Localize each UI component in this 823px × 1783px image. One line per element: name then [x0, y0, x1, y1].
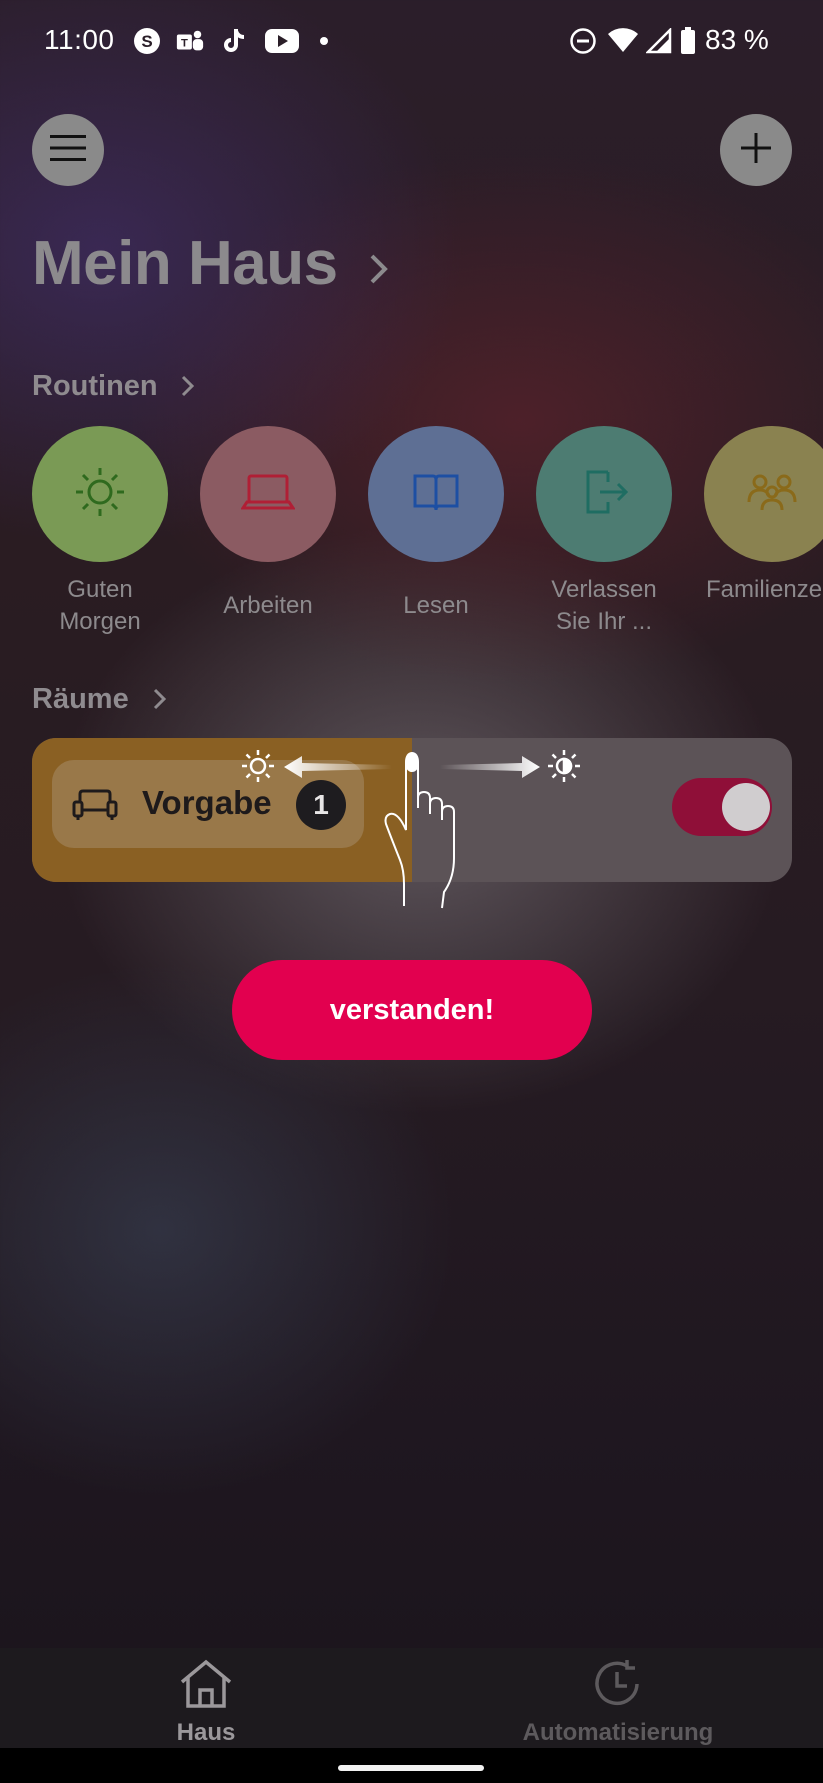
bottom-navigation: Haus Automatisierung	[0, 1648, 823, 1748]
home-icon	[178, 1659, 234, 1714]
routine-familienzeit[interactable]: Familienzeit	[704, 426, 823, 606]
youtube-icon	[264, 26, 300, 56]
plus-icon	[739, 131, 773, 170]
wifi-icon	[606, 26, 640, 56]
toggle-knob	[722, 783, 770, 831]
routine-label: Arbeiten	[223, 592, 313, 619]
add-button[interactable]	[720, 114, 792, 186]
sun-icon	[72, 464, 128, 525]
svg-text:S: S	[141, 32, 152, 51]
swipe-hand-gesture-icon	[380, 748, 464, 915]
swipe-left-arrow-icon	[284, 754, 392, 785]
book-icon	[411, 470, 461, 519]
teams-icon: T	[175, 26, 205, 56]
exit-icon	[578, 466, 630, 523]
battery-percentage: 83 %	[705, 24, 769, 55]
tiktok-icon	[220, 26, 250, 56]
hamburger-menu-icon	[48, 133, 88, 168]
routines-section-title[interactable]: Routinen	[32, 370, 158, 403]
routine-arbeiten[interactable]: Arbeiten	[200, 426, 336, 622]
routine-circle	[704, 426, 823, 562]
brightness-low-icon	[240, 748, 276, 789]
room-name: Vorgabe	[142, 784, 272, 821]
svg-text:T: T	[181, 38, 188, 50]
rooms-section-title[interactable]: Räume	[32, 683, 129, 716]
rooms-chevron-right-icon[interactable]	[152, 687, 168, 716]
routine-label: Lesen	[403, 592, 469, 619]
routine-label: Verlassen Sie Ihr ...	[551, 576, 657, 635]
page-title[interactable]: Mein Haus	[32, 228, 338, 299]
nav-item-automatisierung-inner[interactable]: Automatisierung	[516, 1658, 720, 1747]
menu-button[interactable]	[32, 114, 104, 186]
nav-label-automatisierung: Automatisierung	[522, 1719, 714, 1746]
routine-circle	[200, 426, 336, 562]
status-time: 11:00	[44, 24, 115, 55]
device-count-badge: 1	[296, 780, 346, 830]
title-chevron-right-icon[interactable]	[368, 252, 390, 291]
routine-guten-morgen[interactable]: Guten Morgen	[32, 426, 168, 638]
routine-circle	[368, 426, 504, 562]
routine-label: Familienzeit	[706, 576, 823, 603]
battery-icon	[678, 26, 698, 56]
notification-dot	[320, 37, 328, 45]
routine-circle	[32, 426, 168, 562]
routines-chevron-right-icon[interactable]	[180, 374, 196, 403]
routine-label: Guten Morgen	[59, 576, 141, 635]
signal-icon	[644, 26, 674, 56]
home-gesture-bar[interactable]	[338, 1765, 484, 1771]
routine-circle	[536, 426, 672, 562]
confirm-button[interactable]: verstanden!	[232, 960, 592, 1060]
automation-clock-icon	[591, 1660, 645, 1714]
status-bar: 11:00 S T 83 %	[0, 0, 823, 84]
nav-item-haus[interactable]: Haus	[150, 1658, 262, 1747]
brightness-high-icon	[546, 748, 582, 789]
skype-icon: S	[132, 26, 162, 56]
laptop-icon	[240, 470, 296, 519]
family-icon	[745, 470, 799, 519]
routine-verlassen[interactable]: Verlassen Sie Ihr ...	[536, 426, 672, 638]
do-not-disturb-icon	[568, 26, 598, 56]
sofa-icon	[72, 788, 118, 827]
routine-lesen[interactable]: Lesen	[368, 426, 504, 622]
nav-label-haus: Haus	[176, 1719, 236, 1746]
